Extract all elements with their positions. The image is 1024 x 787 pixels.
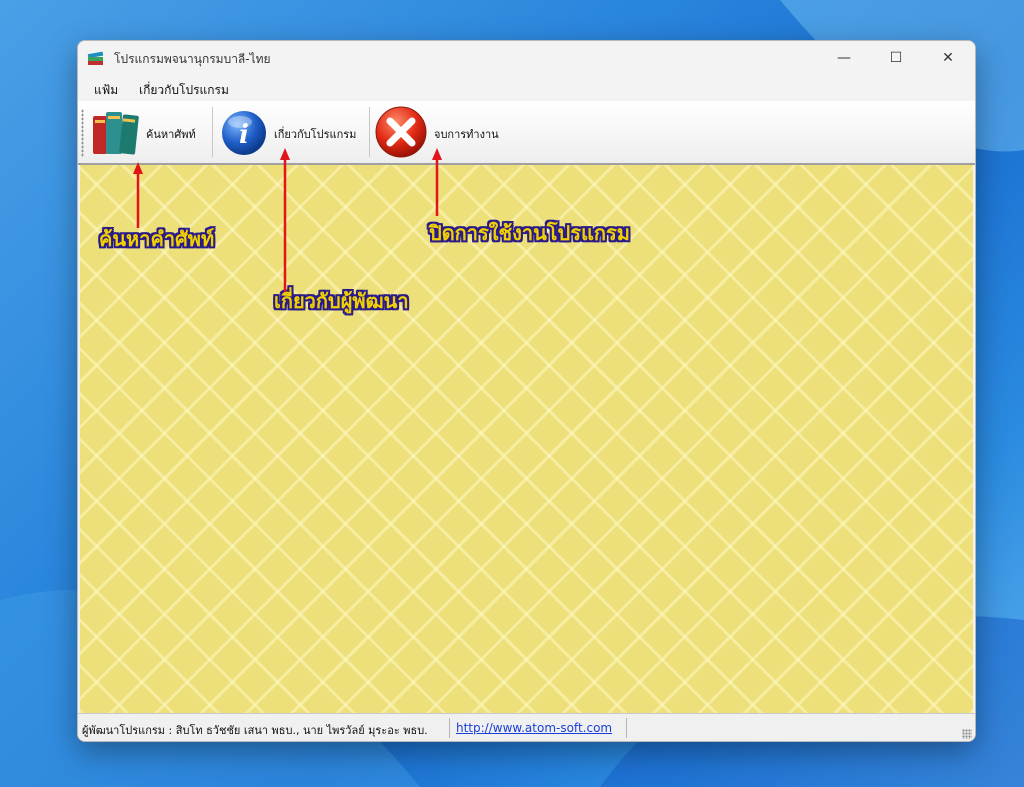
menu-about[interactable]: เกี่ยวกับโปรแกรม bbox=[139, 81, 229, 100]
close-icon bbox=[375, 106, 427, 158]
minimize-button[interactable]: — bbox=[821, 41, 867, 75]
books-icon bbox=[93, 112, 139, 155]
exit-button-label: จบการทำงาน bbox=[434, 128, 499, 141]
menu-bar: แฟ้ม เกี่ยวกับโปรแกรม bbox=[78, 75, 975, 101]
toolbar-separator bbox=[369, 107, 370, 157]
toolbar-grip[interactable] bbox=[81, 109, 84, 157]
status-bar: ผู้พัฒนาโปรแกรม : สิบโท ธวัชชัย เสนา พธบ… bbox=[78, 713, 975, 741]
exit-button[interactable]: จบการทำงาน bbox=[374, 101, 504, 163]
svg-text:i: i bbox=[239, 120, 249, 150]
main-content-area: ค้นหาคำศัพท์ เกี่ยวกับผู้พัฒนา ปิดการใช้… bbox=[80, 165, 973, 713]
menu-file[interactable]: แฟ้ม bbox=[94, 81, 118, 100]
annotation-exit: ปิดการใช้งานโปรแกรม bbox=[429, 221, 630, 245]
status-separator bbox=[449, 718, 450, 738]
search-button[interactable]: ค้นหาศัพท์ bbox=[86, 101, 210, 163]
status-separator bbox=[626, 718, 627, 738]
window-title: โปรแกรมพจนานุกรมบาลี-ไทย bbox=[114, 52, 271, 66]
books-icon bbox=[87, 51, 104, 65]
toolbar: ค้นหาศัพท์ i เกี่ยวกับโปรแกรม จบการทำงาน bbox=[78, 101, 975, 165]
maximize-button[interactable]: ☐ bbox=[873, 41, 919, 75]
close-button[interactable]: ✕ bbox=[925, 41, 971, 75]
info-icon: i bbox=[222, 111, 266, 155]
toolbar-separator bbox=[212, 107, 213, 157]
search-button-label: ค้นหาศัพท์ bbox=[146, 128, 196, 141]
about-button-label: เกี่ยวกับโปรแกรม bbox=[274, 128, 357, 141]
resize-grip[interactable] bbox=[962, 729, 972, 739]
developer-credit: ผู้พัฒนาโปรแกรม : สิบโท ธวัชชัย เสนา พธบ… bbox=[82, 724, 428, 737]
annotation-search: ค้นหาคำศัพท์ bbox=[99, 227, 215, 251]
about-button[interactable]: i เกี่ยวกับโปรแกรม bbox=[218, 101, 368, 163]
title-bar[interactable]: โปรแกรมพจนานุกรมบาลี-ไทย — ☐ ✕ bbox=[78, 41, 975, 75]
annotation-about: เกี่ยวกับผู้พัฒนา bbox=[274, 289, 409, 313]
website-link[interactable]: http://www.atom-soft.com bbox=[456, 721, 612, 735]
app-window: โปรแกรมพจนานุกรมบาลี-ไทย — ☐ ✕ แฟ้ม เกี่… bbox=[77, 40, 976, 742]
